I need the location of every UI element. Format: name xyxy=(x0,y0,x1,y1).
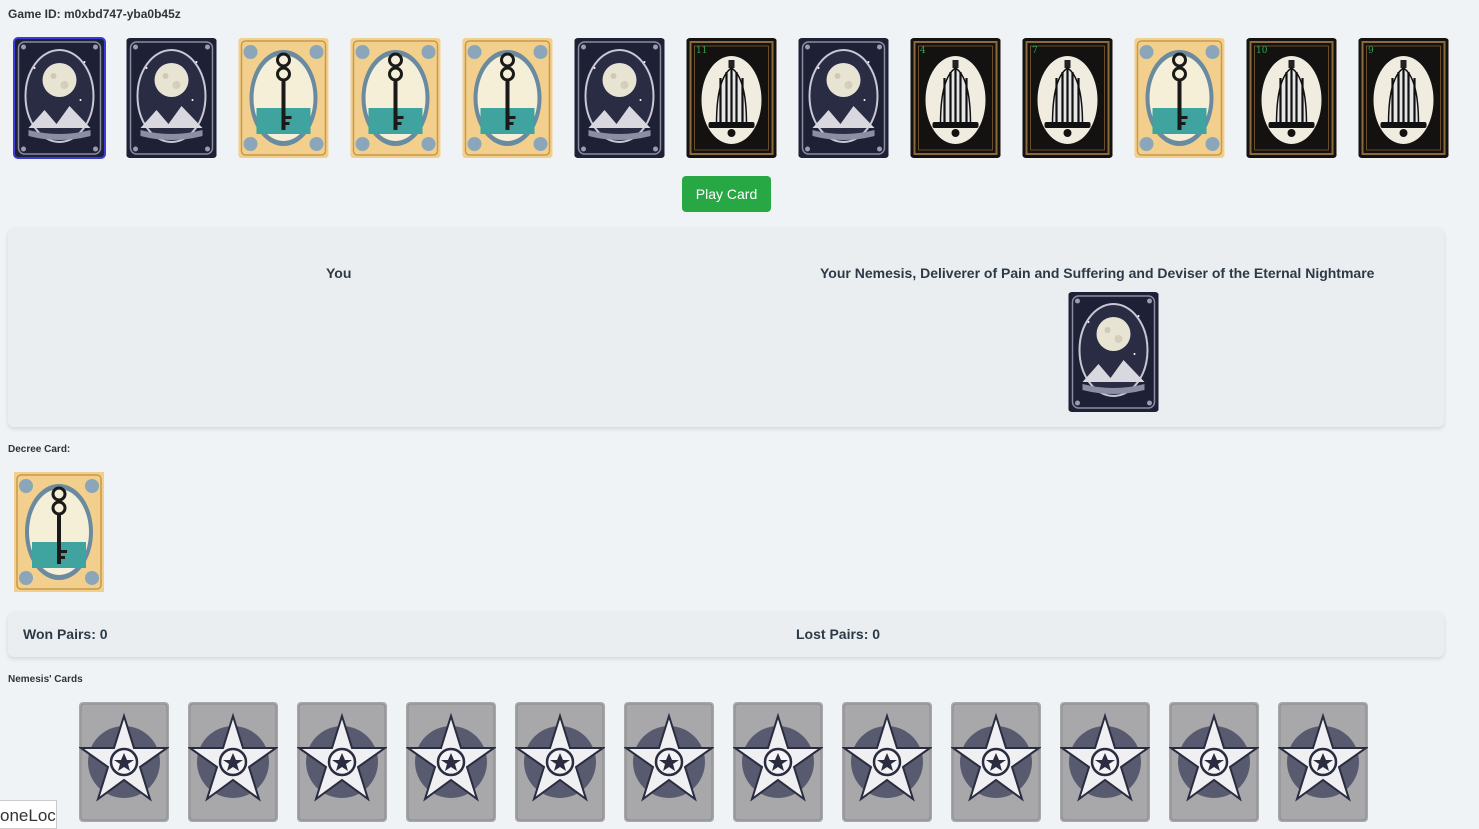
nemesis-cards-label: Nemesis' Cards xyxy=(8,674,83,685)
won-pairs: Won Pairs: 0 xyxy=(23,626,108,642)
card-back xyxy=(406,702,496,822)
play-card-button[interactable]: Play Card xyxy=(682,176,771,212)
card-number: 9 xyxy=(1368,46,1374,56)
bell-card[interactable]: 10 xyxy=(1246,38,1337,158)
game-id: Game ID: m0xbd747-yba0b45z xyxy=(8,7,181,21)
corner-widget[interactable]: oneLoc xyxy=(0,800,57,829)
key-card[interactable] xyxy=(462,38,553,158)
nemesis-hand xyxy=(79,702,1368,822)
moon-card[interactable] xyxy=(574,38,665,158)
card-back xyxy=(842,702,932,822)
bell-card[interactable]: 7 xyxy=(1022,38,1113,158)
card-number: 10 xyxy=(1256,46,1268,56)
nemesis-label: Your Nemesis, Deliverer of Pain and Suff… xyxy=(820,265,1375,281)
player-hand: 11 4 7 10 9 xyxy=(13,37,1449,159)
card-number: 7 xyxy=(1032,46,1038,56)
bell-card[interactable]: 9 xyxy=(1358,38,1449,158)
pairs-panel: Won Pairs: 0 Lost Pairs: 0 xyxy=(8,612,1444,657)
card-back xyxy=(733,702,823,822)
card-back xyxy=(297,702,387,822)
key-card[interactable] xyxy=(238,38,329,158)
card-back xyxy=(515,702,605,822)
moon-card xyxy=(1068,292,1159,412)
moon-card[interactable] xyxy=(13,37,106,159)
card-back xyxy=(1060,702,1150,822)
card-number: 4 xyxy=(920,46,926,56)
card-back xyxy=(188,702,278,822)
card-back xyxy=(1278,702,1368,822)
bell-card[interactable]: 11 xyxy=(686,38,777,158)
card-back xyxy=(79,702,169,822)
card-back xyxy=(1169,702,1259,822)
lost-pairs: Lost Pairs: 0 xyxy=(796,626,881,642)
moon-card[interactable] xyxy=(126,38,217,158)
decree-label: Decree Card: xyxy=(8,444,71,455)
battle-area: You Your Nemesis, Deliverer of Pain and … xyxy=(8,228,1444,427)
card-number: 11 xyxy=(696,46,708,56)
key-card[interactable] xyxy=(350,38,441,158)
decree-card xyxy=(14,472,104,592)
card-back xyxy=(624,702,714,822)
card-back xyxy=(951,702,1041,822)
key-card[interactable] xyxy=(1134,38,1225,158)
moon-card[interactable] xyxy=(798,38,889,158)
nemesis-played-card xyxy=(1068,292,1159,412)
you-label: You xyxy=(326,265,352,281)
bell-card[interactable]: 4 xyxy=(910,38,1001,158)
